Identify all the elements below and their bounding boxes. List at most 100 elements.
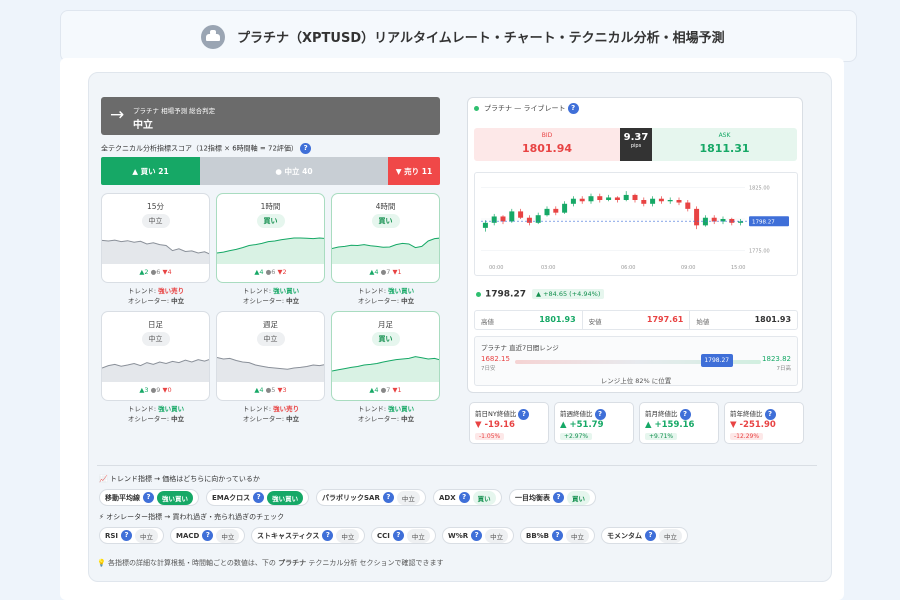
sparkline [217,357,324,382]
indicator-name: ストキャスティクス [257,531,320,540]
page-title: プラチナ（XPTUSD）リアルタイムレート・チャート・テクニカル分析・相場予測 [237,31,725,46]
candle [641,197,647,207]
score-neutral: ● 中立 40 [200,157,388,185]
trend-label: トレンド: [357,405,387,413]
timeframe-summary: トレンド: 強い買い オシレーター: 中立 [326,286,446,306]
header-bar: プラチナ（XPTUSD）リアルタイムレート・チャート・テクニカル分析・相場予測 [60,10,857,62]
indicator-signal: 買い [567,490,590,505]
timeframe-card[interactable]: 15分 中立 ▲2 ●6 ▼4 [101,193,210,283]
oscillator-value: 中立 [401,415,415,423]
current-price-label: 1798.27 [752,219,775,225]
indicator-chip[interactable]: RSI? 中立 [99,527,165,544]
indicator-signal: 中立 [336,528,360,543]
indicator-chip[interactable]: 移動平均線? 強い買い [99,489,199,506]
chart-icon: 📈 [99,475,108,483]
indicator-name: ADX [439,493,456,502]
timeframe-card[interactable]: 月足 買い ▲4 ●7 ▼1 [331,311,440,401]
comparison-card: 前月終値比 ? ▲ +159.16 +9.71% [639,402,719,444]
sell-count: ▼4 [162,268,172,276]
comparison-value: ▲ +159.16 [645,420,695,430]
trend-section-title: 📈 トレンド指標 → 価格はどちらに向かっているか [99,475,260,483]
indicator-signal: 中立 [406,528,430,543]
signal-counts: ▲3 ●9 ▼0 [102,386,209,394]
help-icon[interactable]: ? [518,408,530,420]
help-icon[interactable]: ? [471,530,483,541]
range-title: プラチナ 直近7日間レンジ [481,344,559,352]
indicator-chip[interactable]: CCI? 中立 [371,527,436,544]
candle [606,194,612,202]
indicator-signal: 中立 [566,528,590,543]
range-high-label: 7日高 [776,366,792,372]
help-icon[interactable]: ? [594,408,606,420]
neutral-count: ●6 [150,268,161,276]
indicator-chip[interactable]: ADX? 買い [433,489,502,506]
timeframe-signal: 中立 [141,214,170,228]
help-icon[interactable]: ? [202,530,214,541]
indicator-signal: 中立 [659,528,682,543]
candle [500,215,506,225]
timeframe-card[interactable]: 1時間 買い ▲4 ●6 ▼2 [216,193,325,283]
help-icon[interactable]: ? [300,143,312,154]
help-icon[interactable]: ? [553,492,564,503]
timeframe-card[interactable]: 週足 中立 ▲4 ●5 ▼3 [216,311,325,401]
help-icon[interactable]: ? [382,492,394,503]
ask-value: 1811.31 [699,142,750,155]
timeframe-signal: 中立 [256,332,285,346]
indicator-chip[interactable]: パラボリックSAR? 中立 [316,489,426,506]
indicator-chip[interactable]: ストキャスティクス? 中立 [251,527,366,544]
comparison-card: 前日NY終値比 ? ▼ -19.16 -1.05% [469,402,549,444]
candle [685,200,691,212]
indicator-chip[interactable]: BB%B? 中立 [520,527,596,544]
help-icon[interactable]: ? [121,530,133,541]
candle [509,208,515,223]
indicator-chip[interactable]: W%R? 中立 [442,527,515,544]
current-price-row: 1798.27 ▲ +84.65 (+4.94%) [476,289,605,300]
help-icon[interactable]: ? [322,530,334,541]
timeframe-card[interactable]: 日足 中立 ▲3 ●9 ▼0 [101,311,210,401]
candle [711,215,717,225]
help-icon[interactable]: ? [552,530,564,541]
price-change: ▲ +84.65 (+4.94%) [532,289,605,299]
help-icon[interactable]: ? [645,530,656,541]
buy-count: ▲4 [369,268,379,276]
weekly-range: プラチナ 直近7日間レンジ 1682.15 7日安 1823.82 7日高 17… [474,336,798,386]
bid-label: BID [541,132,553,139]
trend-value: 強い買い [158,405,185,413]
indicator-chip[interactable]: EMAクロス? 強い買い [206,489,310,506]
live-dot-icon [474,106,479,111]
trend-value: 強い買い [273,287,300,295]
indicator-chip[interactable]: 一目均衡表? 買い [509,489,596,506]
low-value: 1797.61 [646,315,684,324]
buy-count: ▲2 [139,268,149,276]
help-icon[interactable]: ? [143,492,154,503]
sell-count: ▼1 [392,268,402,276]
high-value: 1801.93 [539,315,576,324]
timeframe-name: 4時間 [375,202,396,211]
candlestick-chart: 1825.001800.001775.001798.2700:0003:0006… [481,185,789,271]
help-icon[interactable]: ? [567,103,579,114]
candle [544,206,550,217]
trend-label: トレンド: [242,405,272,413]
price-chart[interactable]: 1825.001800.001775.001798.2700:0003:0006… [474,172,798,276]
indicator-chip[interactable]: モメンタム? 中立 [601,527,688,544]
indicator-name: W%R [448,531,469,540]
indicator-name: EMAクロス [212,493,251,502]
oscillator-label: オシレーター: [242,297,285,305]
range-low: 1682.15 [481,355,510,363]
sparkline-area [332,238,439,264]
help-icon[interactable]: ? [679,408,691,420]
candle [720,216,726,225]
help-icon[interactable]: ? [253,492,265,503]
help-icon[interactable]: ? [764,408,776,420]
timeframe-card[interactable]: 4時間 買い ▲4 ●7 ▼1 [331,193,440,283]
indicator-signal: 強い買い [267,490,304,505]
indicator-chip[interactable]: MACD? 中立 [170,527,246,544]
live-dot-icon [476,291,481,297]
help-icon[interactable]: ? [458,492,470,503]
comparison-percent: -12.29% [730,433,764,440]
x-tick-label: 03:00 [541,265,555,271]
spread-value: 9.37 [623,132,649,143]
help-icon[interactable]: ? [392,530,404,541]
oscillator-section-title: ⚡ オシレーター指標 → 買われ過ぎ・売られ過ぎのチェック [99,513,285,521]
x-tick-label: 15:00 [731,265,745,271]
